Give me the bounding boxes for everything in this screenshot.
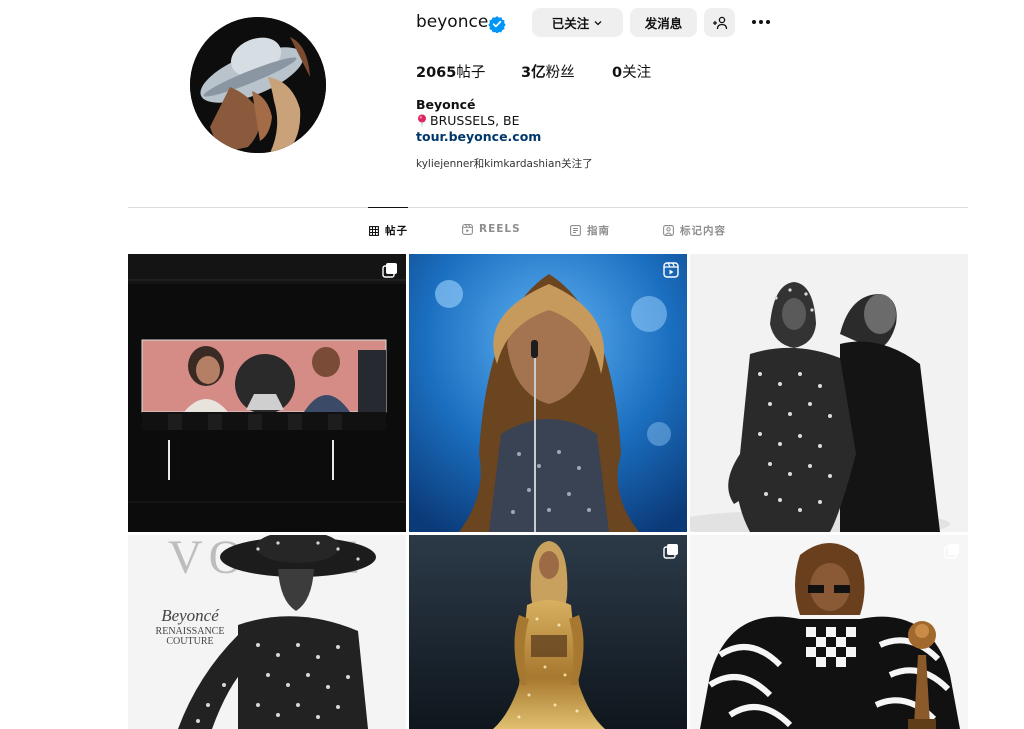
post-tile[interactable]: VOGUE Beyoncé RENAISSANCE COUTURE bbox=[128, 535, 406, 729]
following-stat-label: 关注 bbox=[622, 65, 652, 81]
profile-username: beyonce bbox=[416, 12, 489, 32]
post-tile[interactable] bbox=[409, 535, 687, 729]
tab-reels[interactable]: REELS bbox=[462, 223, 521, 235]
post-image: VOGUE Beyoncé RENAISSANCE COUTURE bbox=[128, 535, 406, 729]
verified-badge-icon bbox=[488, 16, 506, 33]
chevron-down-icon bbox=[594, 20, 602, 25]
following-count[interactable]: 0关注 bbox=[612, 61, 651, 82]
followers-label: 粉丝 bbox=[545, 65, 575, 81]
posts-number: 2065 bbox=[416, 65, 457, 81]
suggest-users-button[interactable] bbox=[704, 8, 735, 37]
more-options-icon[interactable] bbox=[748, 12, 774, 32]
cover-name: Beyoncé bbox=[161, 606, 220, 625]
multi-photo-icon bbox=[382, 263, 397, 278]
tab-reels-label: REELS bbox=[479, 223, 521, 235]
post-tile[interactable] bbox=[409, 254, 687, 532]
following-label: 已关注 bbox=[551, 16, 590, 31]
post-image bbox=[690, 535, 968, 729]
post-tile[interactable] bbox=[690, 254, 968, 532]
tab-posts[interactable]: 帖子 bbox=[369, 223, 408, 238]
post-tile[interactable] bbox=[128, 254, 406, 532]
reels-icon bbox=[462, 223, 473, 235]
cover-line-2: COUTURE bbox=[166, 636, 213, 647]
followers-number: 3亿 bbox=[521, 65, 546, 81]
followed-by-text[interactable]: kyliejenner和kimkardashian关注了 bbox=[416, 156, 593, 171]
multi-photo-icon bbox=[944, 544, 959, 559]
following-number: 0 bbox=[612, 65, 623, 81]
profile-avatar[interactable] bbox=[190, 17, 326, 153]
profile-location: BRUSSELS, BE bbox=[416, 113, 520, 128]
post-image bbox=[690, 254, 968, 532]
message-label: 发消息 bbox=[644, 16, 683, 31]
reel-icon bbox=[663, 262, 679, 278]
tab-guides[interactable]: 指南 bbox=[570, 223, 610, 238]
profile-full-name: Beyoncé bbox=[416, 97, 476, 112]
tab-tagged-label: 标记内容 bbox=[680, 225, 726, 237]
tab-guides-label: 指南 bbox=[587, 225, 610, 237]
post-tile[interactable] bbox=[690, 535, 968, 729]
profile-divider bbox=[128, 207, 968, 208]
followers-count[interactable]: 3亿粉丝 bbox=[521, 61, 575, 82]
post-image bbox=[128, 254, 406, 532]
tab-tagged[interactable]: 标记内容 bbox=[663, 223, 726, 238]
active-tab-indicator bbox=[368, 207, 408, 208]
add-user-icon bbox=[712, 16, 727, 29]
post-image bbox=[409, 535, 687, 729]
message-button[interactable]: 发消息 bbox=[630, 8, 697, 37]
location-text: BRUSSELS, BE bbox=[430, 113, 520, 128]
posts-label: 帖子 bbox=[456, 65, 486, 81]
tab-posts-label: 帖子 bbox=[385, 225, 408, 237]
posts-count: 2065帖子 bbox=[416, 61, 485, 82]
following-button[interactable]: 已关注 bbox=[532, 8, 623, 37]
profile-website-link[interactable]: tour.beyonce.com bbox=[416, 129, 541, 144]
grid-icon bbox=[369, 225, 379, 236]
multi-photo-icon bbox=[663, 544, 678, 559]
post-image bbox=[409, 254, 687, 532]
tagged-icon bbox=[663, 225, 674, 236]
pin-icon bbox=[418, 114, 426, 128]
guide-icon bbox=[570, 225, 581, 236]
